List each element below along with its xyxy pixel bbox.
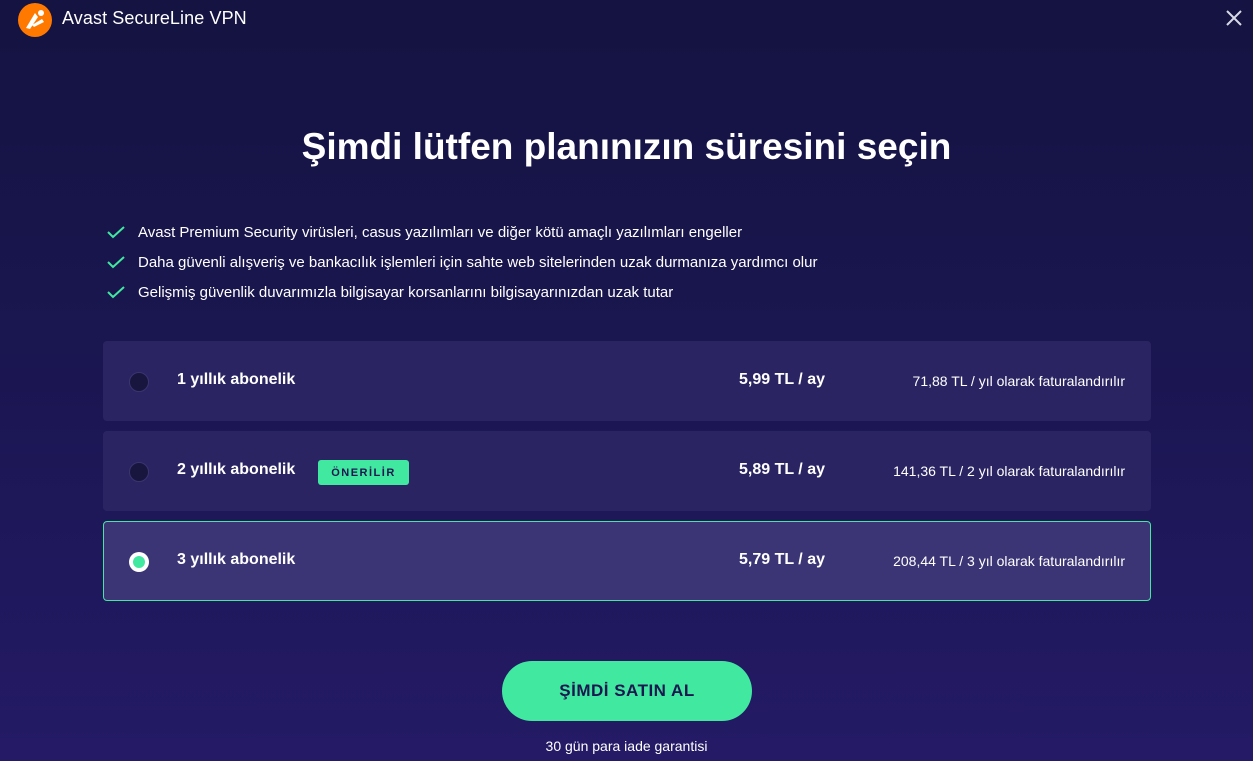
feature-item: Gelişmiş güvenlik duvarımızla bilgisayar… — [107, 277, 817, 307]
checkmark-icon — [107, 256, 125, 269]
plan-price: 5,99 TL / ay — [739, 371, 825, 388]
feature-list: Avast Premium Security virüsleri, casus … — [107, 217, 817, 307]
plan-radio[interactable] — [129, 372, 149, 392]
checkmark-icon — [107, 286, 125, 299]
avast-logo-icon — [18, 3, 52, 37]
page-title: Şimdi lütfen planınızın süresini seçin — [301, 126, 952, 167]
plan-radio[interactable] — [129, 552, 149, 572]
checkmark-icon — [107, 226, 125, 239]
plan-billing: 208,44 TL / 3 yıl olarak faturalandırılı… — [893, 553, 1125, 569]
plan-option-2-year[interactable]: 2 yıllık abonelik ÖNERİLİR 5,89 TL / ay … — [103, 431, 1151, 511]
close-icon[interactable] — [1222, 6, 1246, 30]
plan-name: 2 yıllık abonelik — [177, 461, 296, 478]
money-back-guarantee: 30 gün para iade garantisi — [545, 738, 708, 754]
plan-name: 3 yıllık abonelik — [177, 551, 296, 568]
feature-item: Daha güvenli alışveriş ve bankacılık işl… — [107, 247, 817, 277]
app-title: Avast SecureLine VPN — [62, 8, 247, 28]
plan-billing: 71,88 TL / yıl olarak faturalandırılır — [912, 373, 1125, 389]
plan-price: 5,89 TL / ay — [739, 461, 825, 478]
recommended-badge: ÖNERİLİR — [318, 460, 409, 485]
title-bar: Avast SecureLine VPN — [0, 0, 1253, 48]
feature-text: Avast Premium Security virüsleri, casus … — [138, 223, 743, 241]
feature-text: Daha güvenli alışveriş ve bankacılık işl… — [138, 253, 818, 271]
plan-option-1-year[interactable]: 1 yıllık abonelik 5,99 TL / ay 71,88 TL … — [103, 341, 1151, 421]
plan-billing: 141,36 TL / 2 yıl olarak faturalandırılı… — [893, 463, 1125, 479]
plan-price: 5,79 TL / ay — [739, 551, 825, 568]
plan-radio[interactable] — [129, 462, 149, 482]
buy-now-button[interactable]: ŞİMDİ SATIN AL — [502, 661, 752, 721]
feature-text: Gelişmiş güvenlik duvarımızla bilgisayar… — [138, 283, 674, 301]
plan-option-3-year[interactable]: 3 yıllık abonelik 5,79 TL / ay 208,44 TL… — [103, 521, 1151, 601]
feature-item: Avast Premium Security virüsleri, casus … — [107, 217, 817, 247]
plan-name: 1 yıllık abonelik — [177, 371, 296, 388]
